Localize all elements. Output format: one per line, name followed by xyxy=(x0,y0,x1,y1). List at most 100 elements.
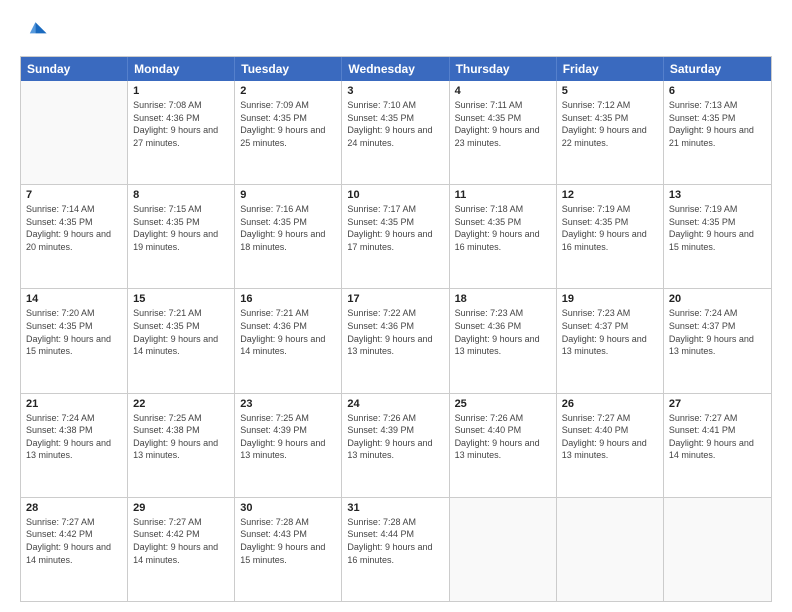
day-cell-21: 21 Sunrise: 7:24 AMSunset: 4:38 PMDayligh… xyxy=(21,394,128,497)
day-info: Sunrise: 7:27 AMSunset: 4:41 PMDaylight:… xyxy=(669,412,766,462)
day-number: 23 xyxy=(240,398,336,410)
day-cell-26: 26 Sunrise: 7:27 AMSunset: 4:40 PMDayligh… xyxy=(557,394,664,497)
day-cell-5: 5Sunrise: 7:12 AMSunset: 4:35 PMDaylight… xyxy=(557,81,664,184)
day-info: Sunrise: 7:27 AMSunset: 4:40 PMDaylight:… xyxy=(562,412,658,462)
day-cell-4: 4Sunrise: 7:11 AMSunset: 4:35 PMDaylight… xyxy=(450,81,557,184)
day-info: Sunrise: 7:08 AMSunset: 4:36 PMDaylight:… xyxy=(133,99,229,149)
calendar-week-2: 7 Sunrise: 7:14 AMSunset: 4:35 PMDaylight… xyxy=(21,184,771,288)
day-info: Sunrise: 7:24 AMSunset: 4:37 PMDaylight:… xyxy=(669,307,766,357)
day-header-saturday: Saturday xyxy=(664,57,771,81)
day-cell-15: 15 Sunrise: 7:21 AMSunset: 4:35 PMDayligh… xyxy=(128,289,235,392)
empty-cell xyxy=(21,81,128,184)
day-number: 9 xyxy=(240,189,336,201)
day-info: Sunrise: 7:27 AMSunset: 4:42 PMDaylight:… xyxy=(26,516,122,566)
day-number: 2 xyxy=(240,85,336,97)
day-cell-6: 6 Sunrise: 7:13 AMSunset: 4:35 PMDaylight… xyxy=(664,81,771,184)
day-info: Sunrise: 7:28 AMSunset: 4:44 PMDaylight:… xyxy=(347,516,443,566)
day-cell-17: 17 Sunrise: 7:22 AMSunset: 4:36 PMDayligh… xyxy=(342,289,449,392)
day-number: 8 xyxy=(133,189,229,201)
day-info: Sunrise: 7:16 AMSunset: 4:35 PMDaylight:… xyxy=(240,203,336,253)
day-number: 10 xyxy=(347,189,443,201)
day-number: 5 xyxy=(562,85,658,97)
day-number: 3 xyxy=(347,85,443,97)
day-number: 13 xyxy=(669,189,766,201)
day-number: 26 xyxy=(562,398,658,410)
day-info: Sunrise: 7:23 AMSunset: 4:37 PMDaylight:… xyxy=(562,307,658,357)
day-info: Sunrise: 7:18 AMSunset: 4:35 PMDaylight:… xyxy=(455,203,551,253)
day-info: Sunrise: 7:10 AMSunset: 4:35 PMDaylight:… xyxy=(347,99,443,149)
day-cell-9: 9 Sunrise: 7:16 AMSunset: 4:35 PMDaylight… xyxy=(235,185,342,288)
calendar-week-5: 28 Sunrise: 7:27 AMSunset: 4:42 PMDayligh… xyxy=(21,497,771,601)
day-header-friday: Friday xyxy=(557,57,664,81)
day-number: 19 xyxy=(562,293,658,305)
day-info: Sunrise: 7:21 AMSunset: 4:36 PMDaylight:… xyxy=(240,307,336,357)
day-number: 27 xyxy=(669,398,766,410)
day-number: 14 xyxy=(26,293,122,305)
day-number: 17 xyxy=(347,293,443,305)
day-cell-8: 8 Sunrise: 7:15 AMSunset: 4:35 PMDaylight… xyxy=(128,185,235,288)
day-cell-30: 30 Sunrise: 7:28 AMSunset: 4:43 PMDayligh… xyxy=(235,498,342,601)
day-cell-13: 13 Sunrise: 7:19 AMSunset: 4:35 PMDayligh… xyxy=(664,185,771,288)
day-info: Sunrise: 7:22 AMSunset: 4:36 PMDaylight:… xyxy=(347,307,443,357)
day-cell-7: 7 Sunrise: 7:14 AMSunset: 4:35 PMDaylight… xyxy=(21,185,128,288)
day-number: 28 xyxy=(26,502,122,514)
day-header-tuesday: Tuesday xyxy=(235,57,342,81)
day-number: 22 xyxy=(133,398,229,410)
page: SundayMondayTuesdayWednesdayThursdayFrid… xyxy=(0,0,792,612)
day-info: Sunrise: 7:14 AMSunset: 4:35 PMDaylight:… xyxy=(26,203,122,253)
day-cell-24: 24Sunrise: 7:26 AMSunset: 4:39 PMDayligh… xyxy=(342,394,449,497)
day-info: Sunrise: 7:23 AMSunset: 4:36 PMDaylight:… xyxy=(455,307,551,357)
day-cell-16: 16 Sunrise: 7:21 AMSunset: 4:36 PMDayligh… xyxy=(235,289,342,392)
day-cell-28: 28 Sunrise: 7:27 AMSunset: 4:42 PMDayligh… xyxy=(21,498,128,601)
day-cell-1: 1 Sunrise: 7:08 AMSunset: 4:36 PMDaylight… xyxy=(128,81,235,184)
day-header-wednesday: Wednesday xyxy=(342,57,449,81)
day-number: 1 xyxy=(133,85,229,97)
day-info: Sunrise: 7:27 AMSunset: 4:42 PMDaylight:… xyxy=(133,516,229,566)
day-number: 20 xyxy=(669,293,766,305)
day-cell-31: 31 Sunrise: 7:28 AMSunset: 4:44 PMDayligh… xyxy=(342,498,449,601)
calendar-header: SundayMondayTuesdayWednesdayThursdayFrid… xyxy=(21,57,771,81)
day-info: Sunrise: 7:11 AMSunset: 4:35 PMDaylight:… xyxy=(455,99,551,149)
day-cell-11: 11Sunrise: 7:18 AMSunset: 4:35 PMDayligh… xyxy=(450,185,557,288)
empty-cell xyxy=(557,498,664,601)
day-number: 31 xyxy=(347,502,443,514)
day-info: Sunrise: 7:24 AMSunset: 4:38 PMDaylight:… xyxy=(26,412,122,462)
day-cell-12: 12 Sunrise: 7:19 AMSunset: 4:35 PMDayligh… xyxy=(557,185,664,288)
day-number: 18 xyxy=(455,293,551,305)
day-number: 25 xyxy=(455,398,551,410)
day-number: 12 xyxy=(562,189,658,201)
day-info: Sunrise: 7:26 AMSunset: 4:39 PMDaylight:… xyxy=(347,412,443,462)
day-info: Sunrise: 7:21 AMSunset: 4:35 PMDaylight:… xyxy=(133,307,229,357)
empty-cell xyxy=(450,498,557,601)
day-info: Sunrise: 7:19 AMSunset: 4:35 PMDaylight:… xyxy=(669,203,766,253)
day-info: Sunrise: 7:25 AMSunset: 4:39 PMDaylight:… xyxy=(240,412,336,462)
day-number: 30 xyxy=(240,502,336,514)
day-cell-20: 20 Sunrise: 7:24 AMSunset: 4:37 PMDayligh… xyxy=(664,289,771,392)
day-info: Sunrise: 7:15 AMSunset: 4:35 PMDaylight:… xyxy=(133,203,229,253)
day-cell-29: 29 Sunrise: 7:27 AMSunset: 4:42 PMDayligh… xyxy=(128,498,235,601)
day-cell-23: 23 Sunrise: 7:25 AMSunset: 4:39 PMDayligh… xyxy=(235,394,342,497)
day-info: Sunrise: 7:19 AMSunset: 4:35 PMDaylight:… xyxy=(562,203,658,253)
day-info: Sunrise: 7:28 AMSunset: 4:43 PMDaylight:… xyxy=(240,516,336,566)
day-cell-3: 3 Sunrise: 7:10 AMSunset: 4:35 PMDaylight… xyxy=(342,81,449,184)
day-number: 15 xyxy=(133,293,229,305)
calendar-week-3: 14 Sunrise: 7:20 AMSunset: 4:35 PMDayligh… xyxy=(21,288,771,392)
logo xyxy=(20,18,52,46)
calendar-body: 1 Sunrise: 7:08 AMSunset: 4:36 PMDaylight… xyxy=(21,81,771,601)
header xyxy=(20,18,772,46)
day-number: 7 xyxy=(26,189,122,201)
day-info: Sunrise: 7:20 AMSunset: 4:35 PMDaylight:… xyxy=(26,307,122,357)
day-info: Sunrise: 7:09 AMSunset: 4:35 PMDaylight:… xyxy=(240,99,336,149)
day-info: Sunrise: 7:25 AMSunset: 4:38 PMDaylight:… xyxy=(133,412,229,462)
day-cell-18: 18 Sunrise: 7:23 AMSunset: 4:36 PMDayligh… xyxy=(450,289,557,392)
empty-cell xyxy=(664,498,771,601)
calendar-week-4: 21 Sunrise: 7:24 AMSunset: 4:38 PMDayligh… xyxy=(21,393,771,497)
day-cell-19: 19 Sunrise: 7:23 AMSunset: 4:37 PMDayligh… xyxy=(557,289,664,392)
day-cell-22: 22 Sunrise: 7:25 AMSunset: 4:38 PMDayligh… xyxy=(128,394,235,497)
day-info: Sunrise: 7:13 AMSunset: 4:35 PMDaylight:… xyxy=(669,99,766,149)
day-number: 21 xyxy=(26,398,122,410)
day-number: 6 xyxy=(669,85,766,97)
day-number: 16 xyxy=(240,293,336,305)
day-number: 29 xyxy=(133,502,229,514)
day-info: Sunrise: 7:17 AMSunset: 4:35 PMDaylight:… xyxy=(347,203,443,253)
